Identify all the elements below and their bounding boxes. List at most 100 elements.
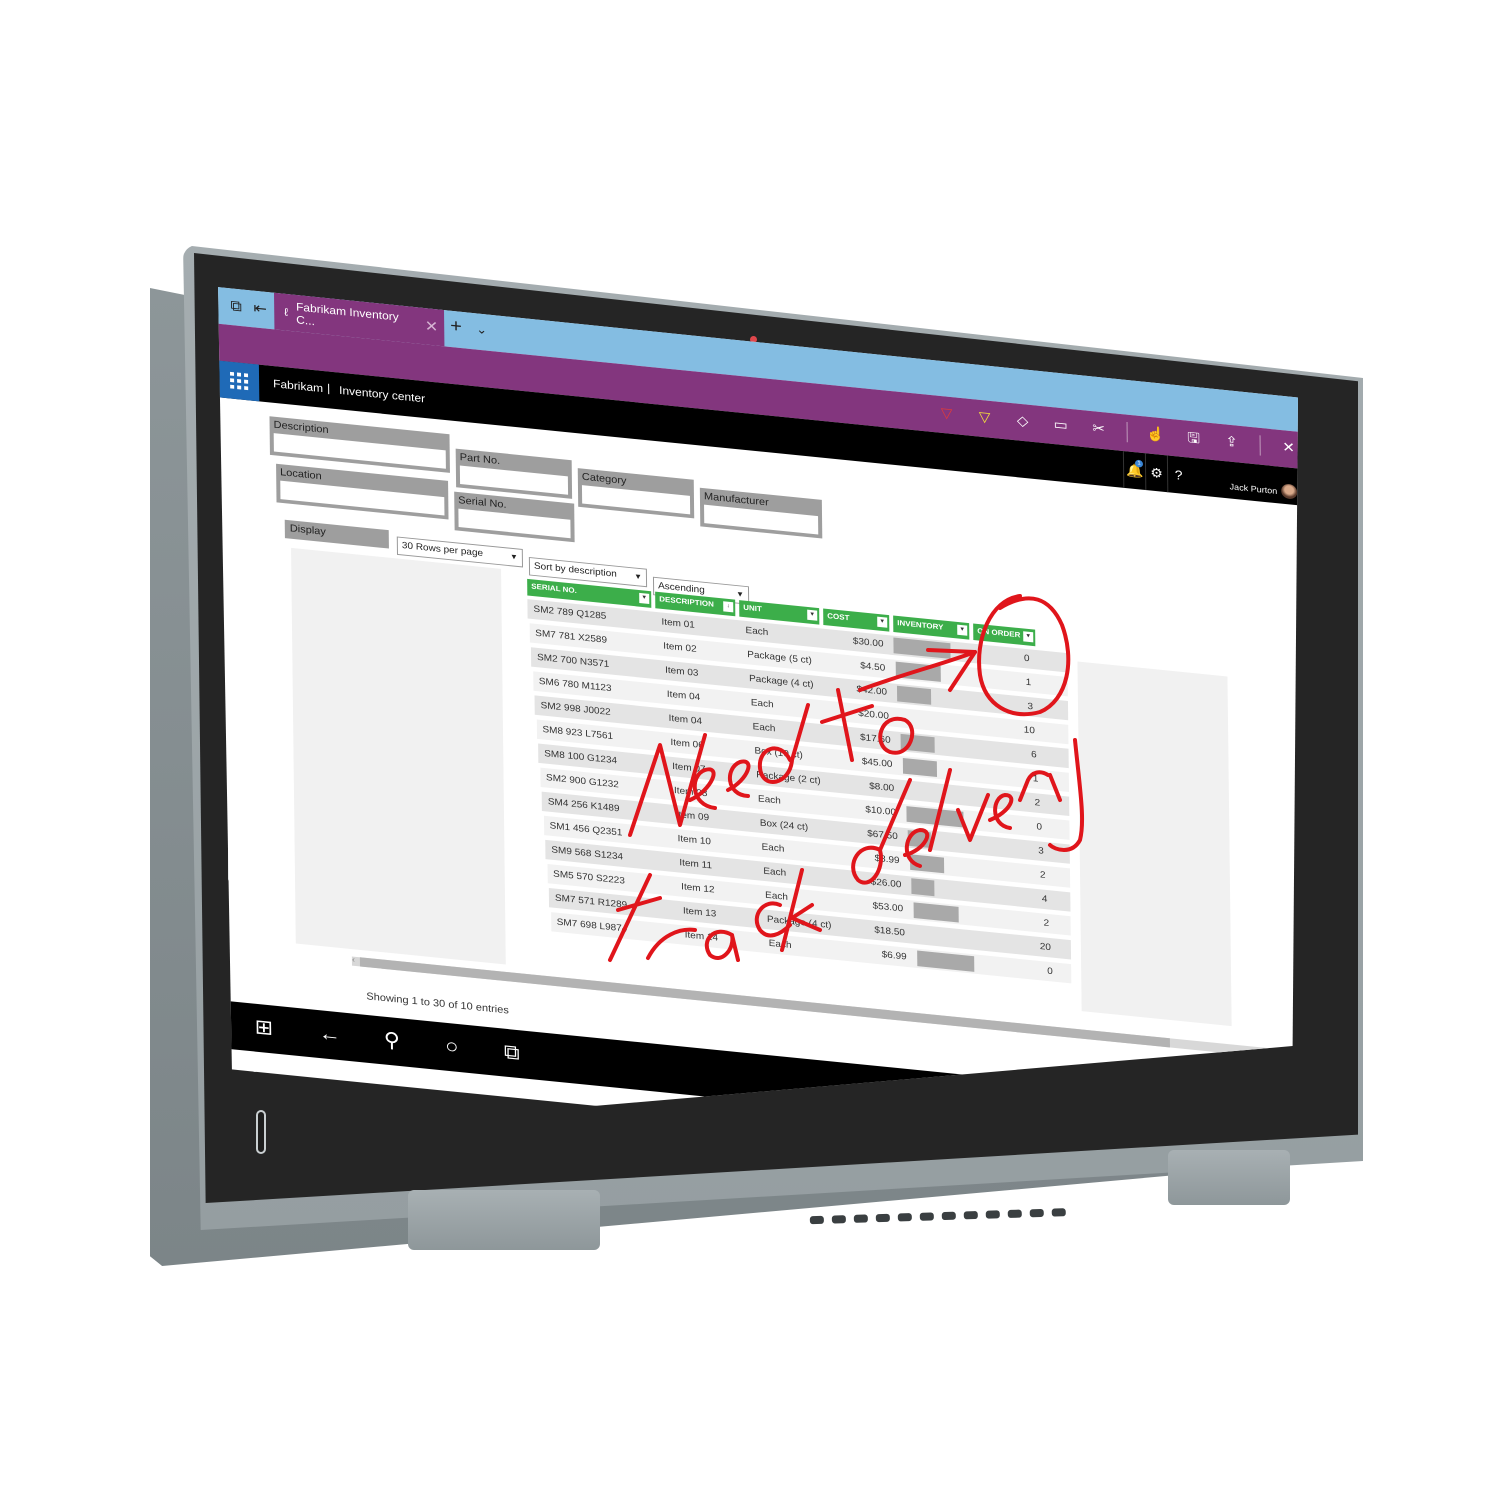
- exit-ink-icon[interactable]: ✕: [1279, 437, 1298, 459]
- inventory-cell: [916, 950, 993, 973]
- windows-start-icon[interactable]: ⊞: [249, 1014, 279, 1041]
- cost-cell: $8.99: [874, 853, 900, 867]
- unit-cell: Package (2 ct): [756, 769, 821, 787]
- sort-by-value: Sort by description: [533, 561, 617, 580]
- touch-writing-icon[interactable]: ☝: [1146, 424, 1166, 446]
- cost-cell: $8.00: [869, 781, 895, 794]
- column-filter-icon[interactable]: ▼: [957, 624, 968, 636]
- save-icon[interactable]: 🖫: [1184, 428, 1204, 450]
- serial-cell: SM7 571 R1289: [554, 893, 628, 911]
- inventory-cell: [904, 781, 980, 805]
- description-cell: Item 04: [666, 689, 701, 703]
- close-tab-icon[interactable]: ✕: [425, 317, 439, 337]
- cortana-icon[interactable]: ○: [437, 1033, 467, 1060]
- cost-cell: $10.00: [865, 804, 897, 818]
- app-launcher-icon[interactable]: [218, 360, 260, 402]
- eraser-icon[interactable]: ◇: [1013, 411, 1033, 433]
- back-arrow-icon[interactable]: ←: [315, 1021, 345, 1048]
- search-icon[interactable]: ⚲: [377, 1027, 407, 1054]
- inventory-cell: [913, 902, 989, 925]
- cost-cell: $53.00: [872, 901, 904, 915]
- unit-cell: Each: [763, 866, 787, 879]
- avatar[interactable]: [1281, 483, 1298, 500]
- settings-gear-icon[interactable]: ⚙: [1144, 453, 1168, 493]
- column-filter-icon[interactable]: ▼: [639, 592, 650, 604]
- category-field: Category: [577, 468, 695, 519]
- unit-cell: Box (24 ct): [759, 818, 809, 834]
- inventory-cell: [898, 709, 975, 733]
- table-body: SM2 789 Q1285 Item 01 Each $30.00 0 SM7 781 X…: [527, 599, 1072, 984]
- description-cell: Item 08: [673, 785, 708, 800]
- description-cell: Item 04: [668, 713, 703, 727]
- cost-cell: $42.00: [856, 684, 888, 698]
- cost-cell: $20.00: [858, 708, 889, 722]
- inventory-bar: [911, 878, 935, 897]
- column-filter-icon[interactable]: ▼: [1023, 631, 1034, 643]
- set-aside-tabs-icon[interactable]: ⇤: [248, 297, 272, 321]
- scroll-left-icon[interactable]: ‹: [352, 955, 355, 965]
- inventory-bar: [913, 902, 959, 923]
- serial-cell: SM2 700 N3571: [537, 652, 610, 670]
- clip-icon[interactable]: ✂: [1089, 418, 1109, 440]
- serial-cell: SM4 256 K1489: [547, 796, 620, 815]
- unit-cell: Each: [745, 625, 769, 638]
- inventory-bar: [916, 950, 974, 972]
- header-actions: 🔔 1 ⚙ ?: [1122, 451, 1190, 495]
- column-filter-icon[interactable]: ▼: [877, 616, 888, 628]
- serial-cell: SM8 100 G1234: [544, 748, 618, 767]
- notifications-bell-icon[interactable]: 🔔 1: [1122, 451, 1146, 490]
- description-cell: Item 07: [672, 761, 706, 775]
- inventory-cell: [907, 830, 984, 853]
- tab-menu-chevron-icon[interactable]: ⌄: [476, 322, 487, 338]
- chevron-down-icon: ▼: [509, 552, 518, 562]
- unit-cell: Package (4 ct): [749, 673, 814, 691]
- app-brand[interactable]: Fabrikam: [273, 377, 323, 395]
- share-icon[interactable]: ⇪: [1222, 431, 1242, 453]
- hinge-right: [1168, 1150, 1290, 1205]
- serial-cell: SM7 781 X2589: [535, 628, 608, 646]
- on-order-cell: 0: [1047, 966, 1053, 977]
- manufacturer-field: Manufacturer: [699, 487, 823, 539]
- inventory-bar: [905, 806, 964, 828]
- column-header-on-order[interactable]: ON ORDER ▼: [973, 623, 1036, 647]
- toolbar-separator: [1259, 435, 1261, 456]
- inventory-bar: [902, 757, 937, 777]
- user-name[interactable]: Jack Purton: [1230, 482, 1278, 496]
- description-cell: Item 13: [682, 905, 717, 920]
- description-cell: Item 11: [679, 857, 713, 872]
- on-order-cell: 2: [1039, 869, 1046, 881]
- on-order-cell: 1: [1025, 677, 1032, 689]
- serial-cell: SM8 923 L7561: [542, 724, 614, 742]
- description-cell: Item 10: [677, 833, 711, 848]
- column-sort-icon[interactable]: ↓: [723, 601, 734, 613]
- header-separator: |: [327, 381, 331, 395]
- on-order-cell: 2: [1043, 918, 1050, 929]
- serial-cell: SM6 780 M1123: [538, 676, 612, 694]
- ballpoint-pen-icon[interactable]: ▽: [937, 403, 957, 425]
- inventory-bar: [896, 685, 932, 705]
- cost-cell: $18.50: [874, 925, 905, 939]
- serial-cell: SM9 568 S1234: [551, 845, 624, 863]
- highlighter-icon[interactable]: ▽: [975, 407, 995, 429]
- left-panel: [291, 547, 506, 965]
- cost-cell: $45.00: [861, 756, 893, 770]
- inventory-cell: [900, 733, 977, 757]
- unit-cell: Package (4 ct): [766, 914, 832, 931]
- add-note-icon[interactable]: ▭: [1051, 414, 1071, 436]
- description-cell: Item 01: [661, 617, 695, 631]
- description-cell: Item 09: [675, 809, 710, 824]
- help-icon[interactable]: ?: [1166, 455, 1190, 495]
- task-view-icon[interactable]: ⧉: [497, 1039, 527, 1066]
- rows-per-page-value: 30 Rows per page: [401, 540, 484, 559]
- part-no-field: Part No.: [455, 448, 573, 499]
- column-header-cost[interactable]: COST ▼: [823, 608, 890, 632]
- chevron-down-icon: ▼: [634, 572, 643, 582]
- description-field: Description: [269, 416, 450, 473]
- inventory-cell: [896, 685, 973, 709]
- new-tab-button[interactable]: +: [450, 316, 462, 338]
- tab-preview-icon[interactable]: ⧉: [224, 295, 248, 319]
- column-filter-icon[interactable]: ▼: [807, 609, 818, 621]
- inventory-bar: [909, 854, 944, 874]
- unit-cell: Each: [750, 697, 774, 711]
- entries-summary: Showing 1 to 30 of 10 entries: [366, 991, 509, 1017]
